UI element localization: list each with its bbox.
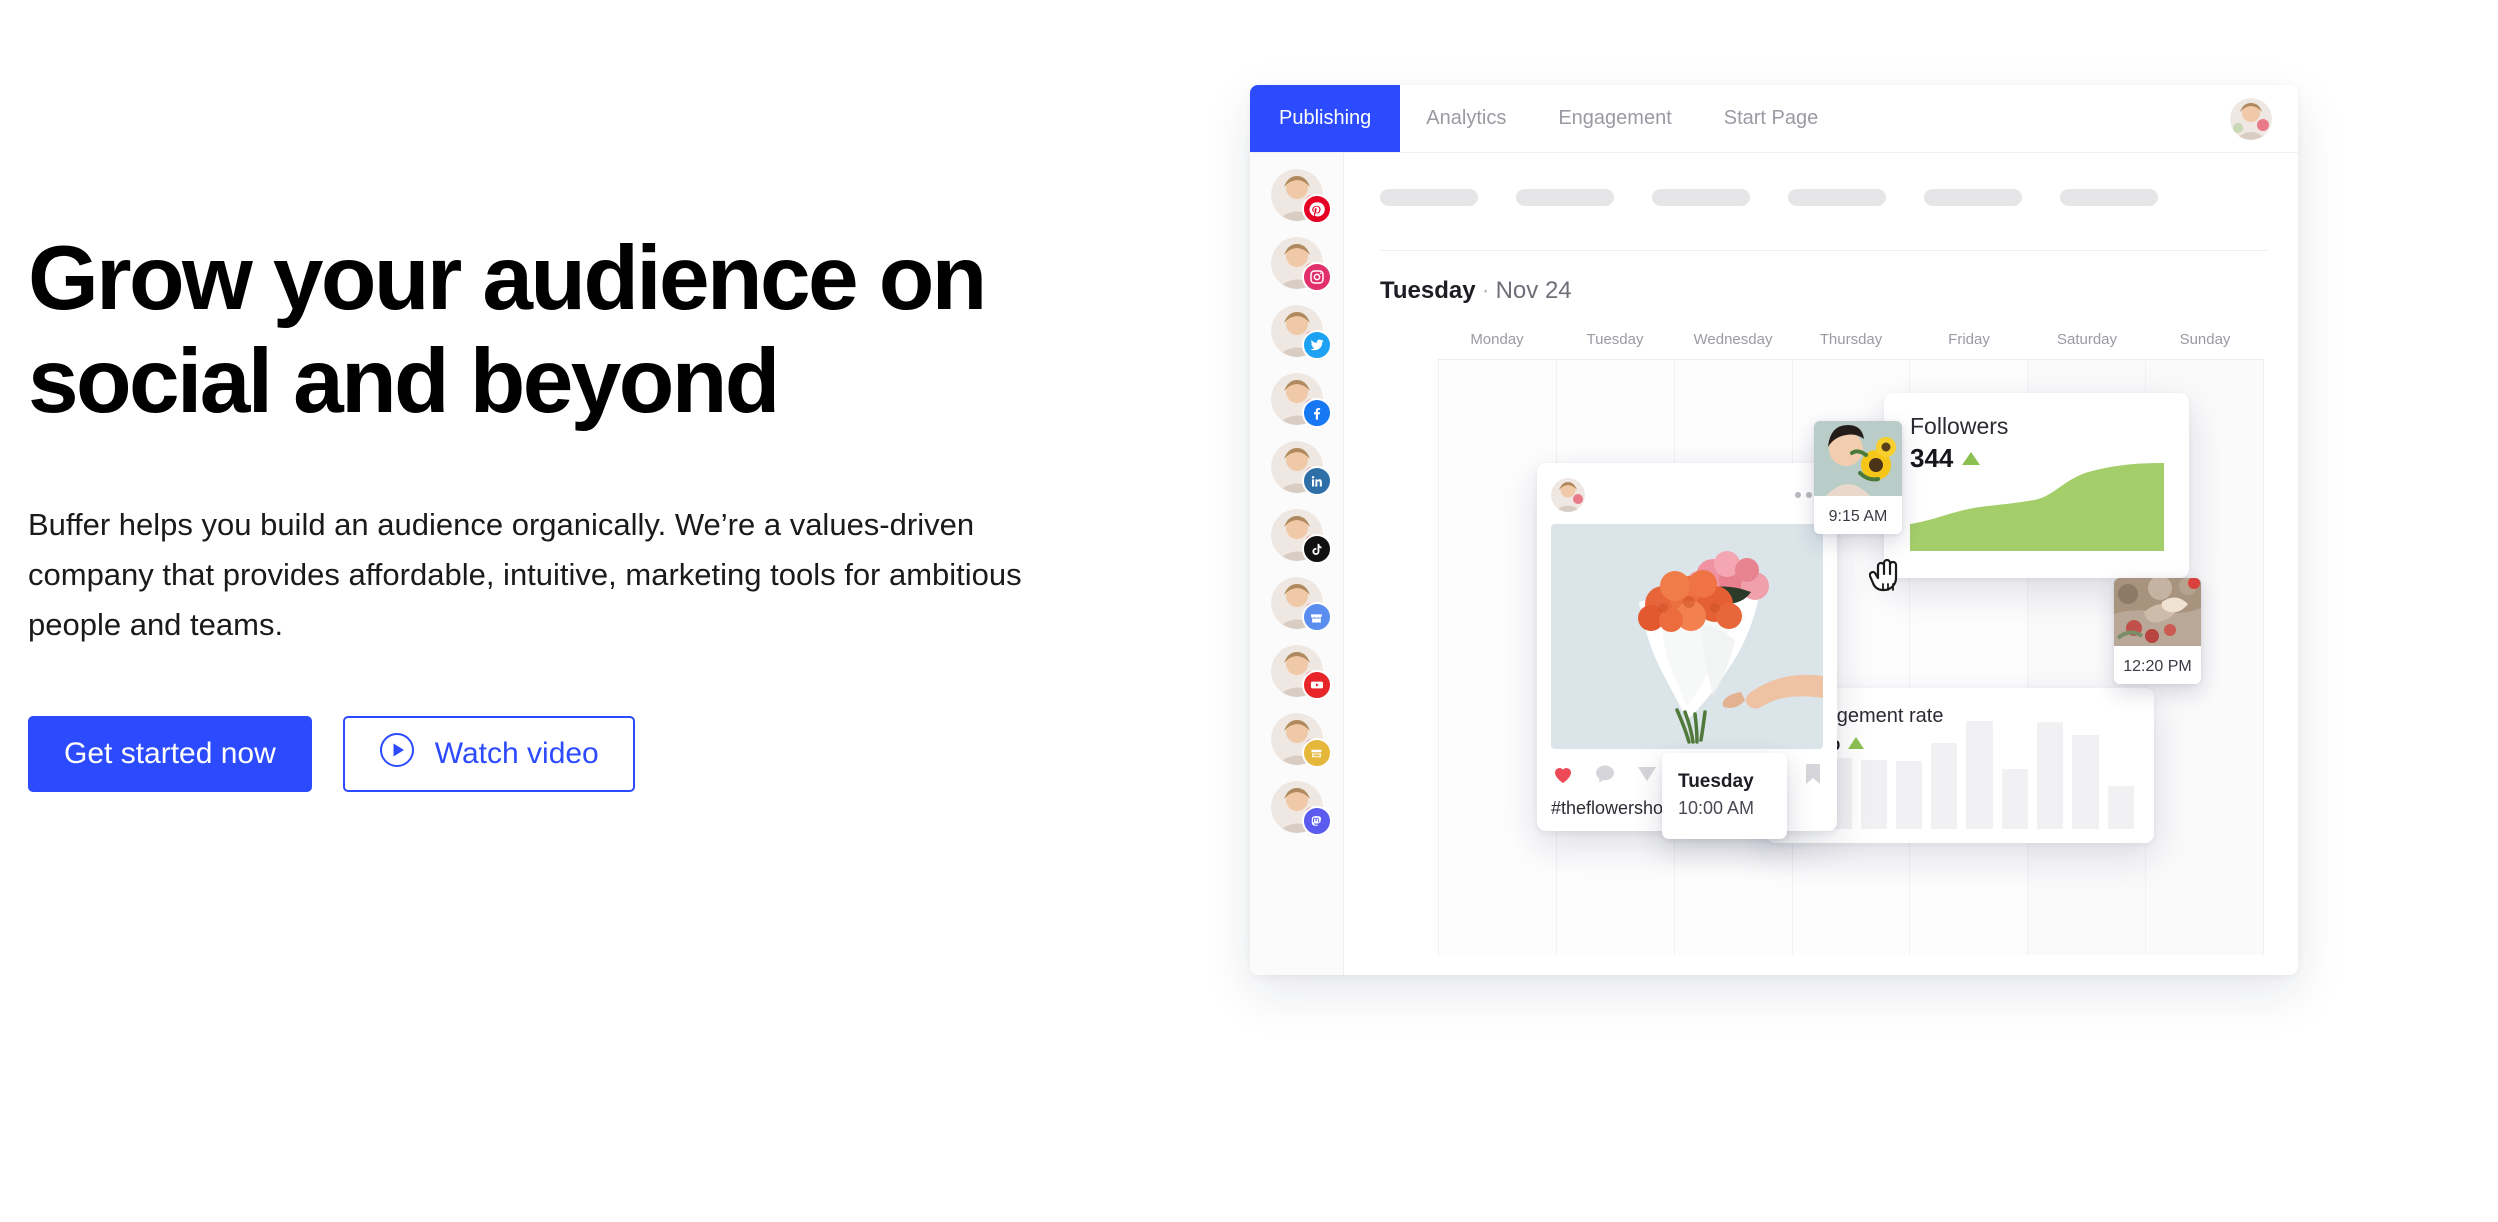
calendar-weekday-header: Monday Tuesday Wednesday Thursday Friday… (1438, 331, 2264, 348)
post-image (1551, 524, 1823, 749)
engagement-bar (2107, 785, 2134, 829)
channel-mastodon[interactable] (1270, 781, 1332, 836)
weekday-wednesday: Wednesday (1693, 331, 1773, 348)
hero-section: Grow your audience on social and beyond … (28, 228, 1138, 793)
toolbar-pill[interactable] (1516, 189, 1614, 206)
toolbar-placeholder-row (1380, 189, 2268, 213)
scheduled-thumb-1220[interactable]: 12:20 PM (2114, 578, 2201, 684)
weekday-sunday: Sunday (2179, 331, 2231, 348)
channel-google-business[interactable] (1270, 577, 1332, 632)
engagement-bar (2001, 768, 2029, 829)
page-title: Grow your audience on social and beyond (28, 228, 987, 432)
engagement-bar (2072, 735, 2099, 829)
watch-video-label: Watch video (434, 737, 599, 771)
tab-start-page[interactable]: Start Page (1698, 85, 1845, 152)
followers-metric-card[interactable]: Followers 344 (1884, 393, 2189, 578)
google-business-icon (1301, 602, 1332, 632)
channel-tiktok[interactable] (1270, 509, 1332, 564)
toolbar-pill[interactable] (1652, 189, 1750, 206)
weekday-saturday: Saturday (2056, 331, 2118, 348)
app-mockup: Publishing Analytics Engagement Start Pa… (1250, 85, 2298, 975)
comment-icon[interactable] (1593, 762, 1617, 791)
channel-twitter[interactable] (1270, 305, 1332, 360)
grab-cursor-icon (1868, 556, 1903, 601)
toolbar-pill[interactable] (1380, 189, 1478, 206)
calendar-date: Nov 24 (1495, 277, 1572, 304)
channel-rail (1250, 153, 1344, 975)
facebook-icon (1301, 398, 1332, 428)
toolbar-pill[interactable] (1788, 189, 1886, 206)
thumb-image (2114, 578, 2201, 651)
followers-label: Followers (1910, 413, 2009, 439)
weekday-friday: Friday (1948, 331, 1990, 348)
tab-engagement[interactable]: Engagement (1532, 85, 1697, 152)
bookmark-icon[interactable] (1803, 762, 1823, 791)
pinterest-icon (1301, 194, 1332, 224)
weekday-tuesday: Tuesday (1586, 331, 1644, 348)
instagram-icon (1301, 262, 1332, 292)
weekday-monday: Monday (1470, 331, 1524, 348)
scheduled-thumb-915[interactable]: 9:15 AM (1814, 421, 1902, 534)
app-content: Tuesday · Nov 24 Monday Tuesday Wednesday … (1344, 153, 2298, 975)
tooltip-day: Tuesday (1678, 771, 1754, 792)
followers-area-chart (1910, 463, 2164, 556)
watch-video-button[interactable]: Watch video (342, 716, 635, 793)
toolbar-divider (1380, 250, 2268, 251)
weekday-thursday: Thursday (1819, 331, 1883, 348)
toolbar-pill[interactable] (2060, 189, 2158, 206)
play-circle-icon (379, 732, 415, 776)
tab-analytics[interactable]: Analytics (1400, 85, 1532, 152)
calendar-separator: · (1481, 277, 1490, 304)
channel-shopify[interactable] (1270, 713, 1332, 768)
calendar-day-title: Tuesday · Nov 24 (1380, 277, 1572, 305)
engagement-bar (1931, 742, 1958, 829)
hero-subtitle: Buffer helps you build an audience organ… (28, 506, 1022, 643)
share-icon[interactable] (1635, 762, 1659, 791)
channel-youtube[interactable] (1270, 645, 1332, 700)
app-topbar: Publishing Analytics Engagement Start Pa… (1250, 85, 2298, 153)
thumb-time-label: 12:20 PM (2114, 651, 2201, 684)
engagement-bar (2037, 722, 2064, 829)
like-heart-icon[interactable] (1551, 762, 1575, 791)
avatar[interactable] (2230, 97, 2272, 140)
engagement-bar (1895, 760, 1923, 829)
channel-linkedin[interactable] (1270, 441, 1332, 496)
app-window: Publishing Analytics Engagement Start Pa… (1250, 85, 2298, 975)
hero-cta-group: Get started now Watch video (28, 716, 1138, 793)
youtube-icon (1301, 670, 1332, 700)
twitter-icon (1301, 330, 1332, 360)
tab-publishing[interactable]: Publishing (1250, 85, 1401, 152)
engagement-bar (1860, 759, 1887, 829)
tooltip-time: 10:00 AM (1678, 798, 1755, 818)
get-started-button[interactable]: Get started now (28, 716, 312, 793)
calendar-day-name: Tuesday (1380, 277, 1476, 304)
engagement-bar (1966, 721, 1993, 829)
thumb-time-label: 9:15 AM (1814, 501, 1902, 534)
channel-pinterest[interactable] (1270, 169, 1332, 224)
post-header (1551, 477, 1823, 513)
tiktok-icon (1301, 534, 1332, 564)
linkedin-icon (1301, 466, 1332, 496)
engagement-bar-chart (1790, 721, 2134, 829)
channel-facebook[interactable] (1270, 373, 1332, 428)
schedule-tooltip: Tuesday 10:00 AM (1662, 753, 1787, 839)
post-author-avatar (1551, 478, 1585, 512)
toolbar-pill[interactable] (1924, 189, 2022, 206)
channel-instagram[interactable] (1270, 237, 1332, 292)
mastodon-icon (1301, 806, 1332, 836)
shopify-icon (1301, 738, 1332, 768)
hero-page: Grow your audience on social and beyond … (0, 0, 2498, 1222)
thumb-image (1814, 421, 1902, 501)
